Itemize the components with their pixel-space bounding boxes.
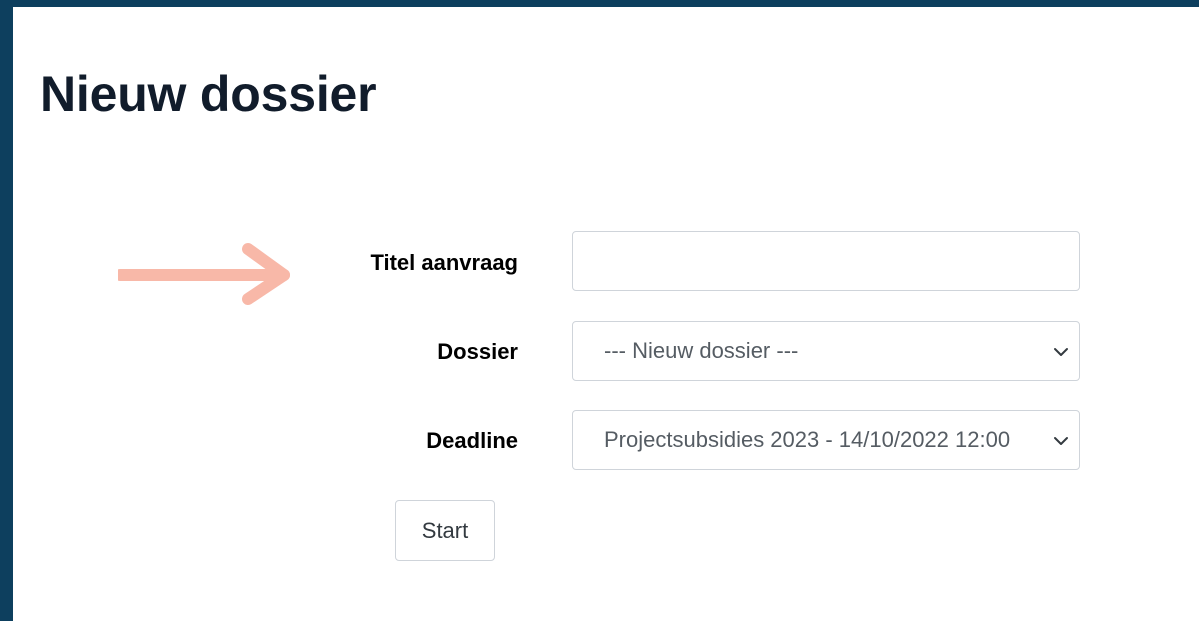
title-field-label: Titel aanvraag: [370, 250, 518, 275]
start-button[interactable]: Start: [395, 500, 495, 561]
dossier-select-value: --- Nieuw dossier ---: [604, 338, 799, 363]
title-input[interactable]: [572, 231, 1080, 291]
chevron-down-icon: [1054, 348, 1068, 356]
page-title: Nieuw dossier: [40, 66, 377, 122]
deadline-select[interactable]: Projectsubsidies 2023 - 14/10/2022 12:00: [572, 410, 1080, 470]
content-panel: Nieuw dossier Titel aanvraag Dossier ---…: [13, 7, 1199, 621]
deadline-select-value: Projectsubsidies 2023 - 14/10/2022 12:00: [604, 427, 1011, 452]
chevron-down-icon: [1054, 437, 1068, 445]
dossier-field-label: Dossier: [437, 339, 518, 364]
dossier-select[interactable]: --- Nieuw dossier ---: [572, 321, 1080, 381]
arrow-right-icon: [118, 243, 290, 305]
deadline-field-label: Deadline: [426, 428, 518, 453]
